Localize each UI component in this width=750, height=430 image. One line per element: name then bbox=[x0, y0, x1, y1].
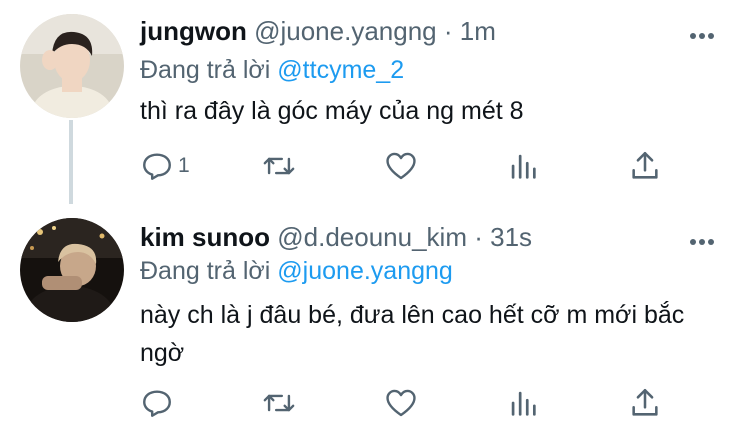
retweet-icon bbox=[263, 157, 295, 175]
display-name[interactable]: kim sunoo bbox=[140, 222, 270, 252]
share-icon bbox=[632, 388, 658, 416]
tweet-actions: 1 bbox=[140, 146, 730, 186]
user-handle[interactable]: @juone.yangng bbox=[254, 16, 437, 46]
like-button[interactable] bbox=[384, 146, 418, 186]
timestamp[interactable]: 1m bbox=[460, 16, 496, 46]
user-handle[interactable]: @d.deounu_kim bbox=[277, 222, 467, 252]
replying-to: Đang trả lời @juone.yangng bbox=[140, 255, 453, 287]
avatar[interactable] bbox=[20, 14, 124, 118]
more-icon[interactable] bbox=[690, 232, 722, 245]
reply-button[interactable] bbox=[140, 383, 178, 423]
tweet-header: jungwon @juone.yangng · 1m bbox=[140, 14, 496, 48]
analytics-icon bbox=[511, 391, 536, 416]
tweet-text: thì ra đây là góc máy của ng mét 8 bbox=[140, 97, 524, 125]
tweet-header: kim sunoo @d.deounu_kim · 31s bbox=[140, 220, 532, 254]
tweet-text: này ch là j đâu bé, đưa lên cao hết cỡ m… bbox=[140, 301, 685, 367]
retweet-button[interactable] bbox=[262, 146, 296, 186]
like-button[interactable] bbox=[384, 383, 418, 423]
reply-icon bbox=[143, 390, 171, 417]
more-icon[interactable] bbox=[690, 26, 722, 39]
tweet-actions bbox=[140, 383, 730, 423]
share-button[interactable] bbox=[628, 146, 662, 186]
replying-to: Đang trả lời @ttcyme_2 bbox=[140, 54, 404, 86]
analytics-button[interactable] bbox=[506, 146, 540, 186]
retweet-button[interactable] bbox=[262, 383, 296, 423]
reply-count: 1 bbox=[178, 154, 190, 177]
mention-link[interactable]: @ttcyme_2 bbox=[277, 56, 404, 84]
avatar[interactable] bbox=[20, 218, 124, 322]
analytics-icon bbox=[511, 154, 536, 179]
tweet[interactable]: kim sunoo @d.deounu_kim · 31s Đang trả l… bbox=[0, 205, 750, 430]
separator-dot: · bbox=[443, 16, 453, 46]
analytics-button[interactable] bbox=[506, 383, 540, 423]
mention-link[interactable]: @juone.yangng bbox=[277, 257, 453, 285]
timestamp[interactable]: 31s bbox=[490, 222, 532, 252]
like-icon bbox=[386, 389, 416, 417]
tweet[interactable]: jungwon @juone.yangng · 1m Đang trả lời … bbox=[0, 0, 750, 205]
reply-button[interactable]: 1 bbox=[140, 146, 190, 186]
like-icon bbox=[386, 152, 416, 180]
display-name[interactable]: jungwon bbox=[140, 16, 247, 46]
reply-icon bbox=[143, 153, 171, 180]
share-icon bbox=[632, 151, 658, 179]
thread-line bbox=[69, 120, 73, 204]
replying-to-label: Đang trả lời bbox=[140, 56, 271, 84]
retweet-icon bbox=[263, 394, 295, 412]
replying-to-label: Đang trả lời bbox=[140, 257, 271, 285]
separator-dot: · bbox=[474, 222, 483, 252]
share-button[interactable] bbox=[628, 383, 662, 423]
